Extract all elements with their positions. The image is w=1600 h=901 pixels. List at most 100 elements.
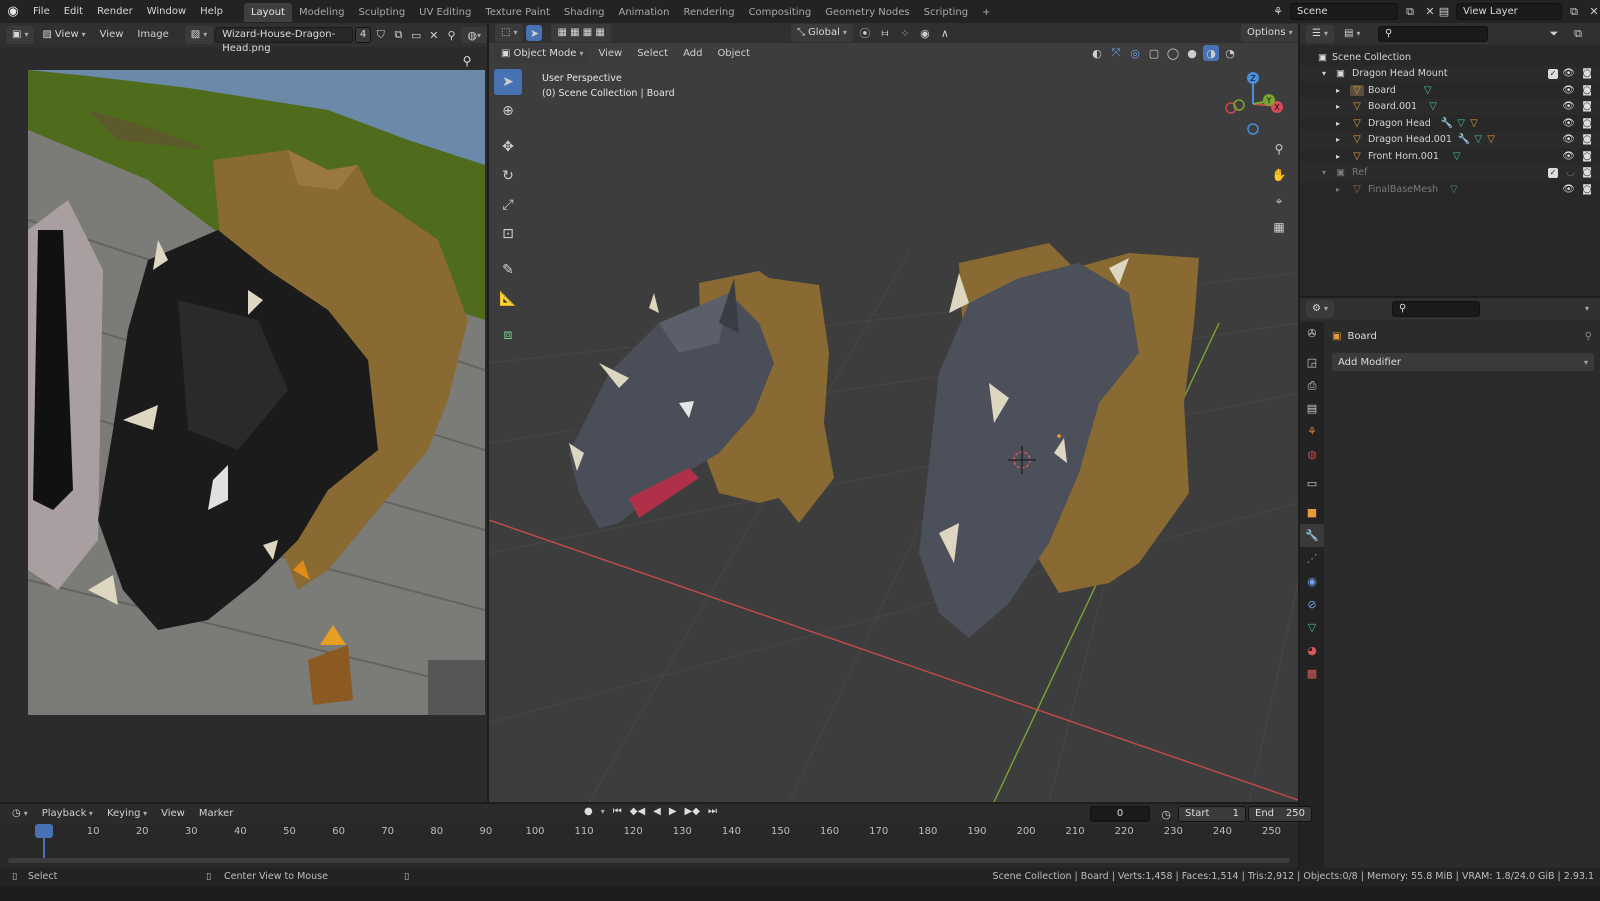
start-frame-field[interactable]: Start 1 — [1178, 806, 1246, 822]
playhead-frame-box[interactable] — [35, 824, 53, 838]
menu-select[interactable]: Select — [631, 44, 674, 64]
fake-user-icon[interactable]: ⛉ — [373, 27, 389, 43]
tab-modeling[interactable]: Modeling — [292, 3, 352, 22]
selection-mode-buttons[interactable]: ▦ ▦ ▦ ▦ — [551, 24, 611, 42]
eye-icon[interactable]: 👁 — [1562, 134, 1575, 145]
users-count[interactable]: 4 — [354, 27, 371, 43]
include-checkbox[interactable]: ✓ — [1548, 68, 1558, 79]
camera-icon[interactable]: ◙ — [1582, 167, 1592, 178]
image-canvas[interactable] — [28, 70, 485, 715]
camera-icon[interactable]: ◙ — [1582, 118, 1592, 129]
pivot-icon[interactable]: ⦿ — [857, 25, 873, 41]
eye-icon[interactable]: 👁 — [1562, 101, 1575, 112]
pin-icon[interactable]: ⚲ — [1585, 331, 1592, 342]
expand-arrow-icon[interactable]: ▾ — [1322, 168, 1336, 177]
eye-icon[interactable]: 👁 — [1562, 85, 1575, 96]
jump-end-icon[interactable]: ⏭ — [708, 806, 717, 817]
object-tab-icon[interactable]: ■ — [1300, 501, 1324, 524]
menu-file[interactable]: File — [26, 0, 57, 23]
move-tool-icon[interactable]: ✥ — [494, 134, 522, 160]
mesh-data-tab-icon[interactable]: ▽ — [1300, 616, 1324, 639]
material-tab-icon[interactable]: ◕ — [1300, 639, 1324, 662]
list-item[interactable]: ▣ Scene Collection — [1300, 49, 1600, 66]
list-item[interactable]: ▸ ▽ Dragon Head 🔧 ▽ ▽ 👁 ◙ — [1300, 115, 1600, 132]
particles-tab-icon[interactable]: ⋰ — [1300, 547, 1324, 570]
list-item[interactable]: ▾ ▣ Ref ✓ ◡ ◙ — [1300, 164, 1600, 181]
filter-icon[interactable]: ⏷ — [1546, 26, 1562, 42]
include-checkbox[interactable]: ✓ — [1548, 167, 1558, 178]
clock-icon[interactable]: ◷ — [1158, 806, 1174, 822]
tab-sculpting[interactable]: Sculpting — [351, 3, 412, 22]
record-options-icon[interactable]: ▾ — [601, 807, 605, 816]
pin-icon[interactable]: ⚲ — [444, 27, 460, 43]
3d-viewport[interactable]: ⬚ ▾ ➤ ▦ ▦ ▦ ▦ ⤡ Global ▾ ⦿ ⧦ ⁘ ◉ ∧ Options ▾… — [489, 23, 1298, 802]
camera-icon[interactable]: ◙ — [1582, 68, 1592, 79]
timeline-editor-type-dropdown[interactable]: ◷ ▾ — [6, 805, 34, 823]
solid-shading-icon[interactable]: ● — [1184, 45, 1200, 61]
mesh-data-icon[interactable]: ▽ — [1424, 85, 1432, 96]
eye-icon[interactable]: 👁 — [1562, 151, 1575, 162]
outliner-search-input[interactable]: ⚲ — [1378, 26, 1488, 42]
select-tool-icon[interactable]: ➤ — [494, 69, 522, 95]
camera-icon[interactable]: ◙ — [1582, 134, 1592, 145]
rotate-tool-icon[interactable]: ↻ — [494, 163, 522, 189]
tab-compositing[interactable]: Compositing — [742, 3, 819, 22]
delete-view-layer-icon[interactable]: ✕ — [1586, 4, 1600, 20]
camera-icon[interactable]: ◙ — [1582, 184, 1592, 195]
camera-icon[interactable]: ◙ — [1582, 151, 1592, 162]
proportional-edit-icon[interactable]: ◉ — [917, 25, 933, 41]
view-mode-dropdown[interactable]: ▨ View ▾ — [36, 26, 91, 44]
pan-hand-icon[interactable]: ✋ — [1269, 165, 1289, 185]
scene-selector[interactable]: Scene — [1290, 3, 1398, 20]
unlink-image-icon[interactable]: ✕ — [426, 27, 442, 43]
wireframe-shading-icon[interactable]: ◯ — [1165, 45, 1181, 61]
menu-view[interactable]: View — [94, 25, 130, 45]
menu-add[interactable]: Add — [677, 44, 708, 64]
menu-help[interactable]: Help — [193, 0, 230, 23]
expand-arrow-icon[interactable]: ▸ — [1336, 119, 1350, 128]
expand-arrow-icon[interactable]: ▸ — [1336, 102, 1350, 111]
visibility-icon[interactable]: ◐ — [1089, 45, 1105, 61]
gizmo-icon[interactable]: ⤧ — [1108, 45, 1124, 61]
new-view-layer-icon[interactable]: ⧉ — [1566, 4, 1582, 20]
mesh-data-icon[interactable]: ▽ — [1453, 151, 1461, 162]
tab-texture-paint[interactable]: Texture Paint — [478, 3, 557, 22]
eye-icon[interactable]: 👁 — [1562, 184, 1575, 195]
collection-tab-icon[interactable]: ▭ — [1300, 472, 1324, 495]
tab-geometry-nodes[interactable]: Geometry Nodes — [818, 3, 916, 22]
playback-dropdown[interactable]: Playback ▾ — [36, 804, 99, 824]
list-item[interactable]: ▸ ▽ Board ▽ 👁 ◙ — [1300, 82, 1600, 99]
menu-edit[interactable]: Edit — [57, 0, 90, 23]
view-layer-selector[interactable]: View Layer — [1456, 3, 1562, 20]
prev-keyframe-icon[interactable]: ◆◀ — [630, 806, 645, 817]
list-item[interactable]: ▸ ▽ Front Horn.001 ▽ 👁 ◙ — [1300, 148, 1600, 165]
view-layer-icon[interactable]: ▤ — [1436, 4, 1452, 20]
add-cube-tool-icon[interactable]: ⧈ — [494, 322, 522, 348]
rendered-shading-icon[interactable]: ◔ — [1222, 45, 1238, 61]
jump-start-icon[interactable]: ⏮ — [613, 806, 622, 817]
mode-dropdown[interactable]: ▣ Object Mode ▾ — [495, 45, 590, 63]
overlay-icon[interactable]: ◎ — [1127, 45, 1143, 61]
snap-icon[interactable]: ⧦ — [877, 25, 893, 41]
mesh-data-icon[interactable]: ▽ — [1474, 134, 1482, 145]
eye-closed-icon[interactable]: ◡ — [1566, 167, 1575, 178]
material-shading-icon[interactable]: ◑ — [1203, 45, 1219, 61]
viewport-editor-type-dropdown[interactable]: ⬚ ▾ — [495, 24, 524, 42]
display-mode-dropdown[interactable]: ▤ ▾ — [1338, 25, 1366, 43]
tab-shading[interactable]: Shading — [557, 3, 612, 22]
ortho-grid-icon[interactable]: ▦ — [1269, 217, 1289, 237]
transform-tool-icon[interactable]: ⊡ — [494, 221, 522, 247]
modifier-wrench-icon[interactable]: 🔧 — [1458, 134, 1470, 145]
view-layer-tab-icon[interactable]: ▤ — [1300, 397, 1324, 420]
blender-logo-icon[interactable]: ◉ — [0, 0, 26, 23]
editor-type-dropdown[interactable]: ▣ ▾ — [6, 26, 35, 44]
annotate-tool-icon[interactable]: ✎ — [494, 257, 522, 283]
tool-tab-icon[interactable]: ✇ — [1300, 322, 1324, 345]
tab-layout[interactable]: Layout — [243, 3, 292, 22]
new-scene-icon[interactable]: ⧉ — [1402, 4, 1418, 20]
eye-icon[interactable]: 👁 — [1562, 68, 1575, 79]
expand-arrow-icon[interactable]: ▸ — [1336, 86, 1350, 95]
keying-dropdown[interactable]: Keying ▾ — [101, 804, 153, 824]
next-keyframe-icon[interactable]: ▶◆ — [685, 806, 700, 817]
zoom-icon[interactable]: ⚲ — [1269, 139, 1289, 159]
